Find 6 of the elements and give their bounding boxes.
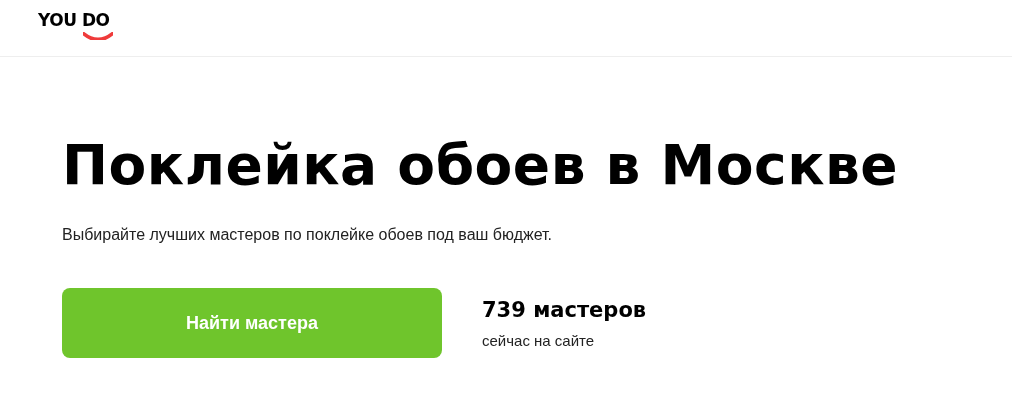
page-subtitle: Выбирайте лучших мастеров по поклейке обоев под ваш бюджет. [62,226,554,244]
smile-icon [83,32,114,40]
page-title: Поклейка обоев в Москве [62,132,900,198]
master-count: 739 мастеров [482,297,647,322]
logo[interactable]: YOU DO [38,10,118,40]
count-caption: сейчас на сайте [482,331,596,349]
